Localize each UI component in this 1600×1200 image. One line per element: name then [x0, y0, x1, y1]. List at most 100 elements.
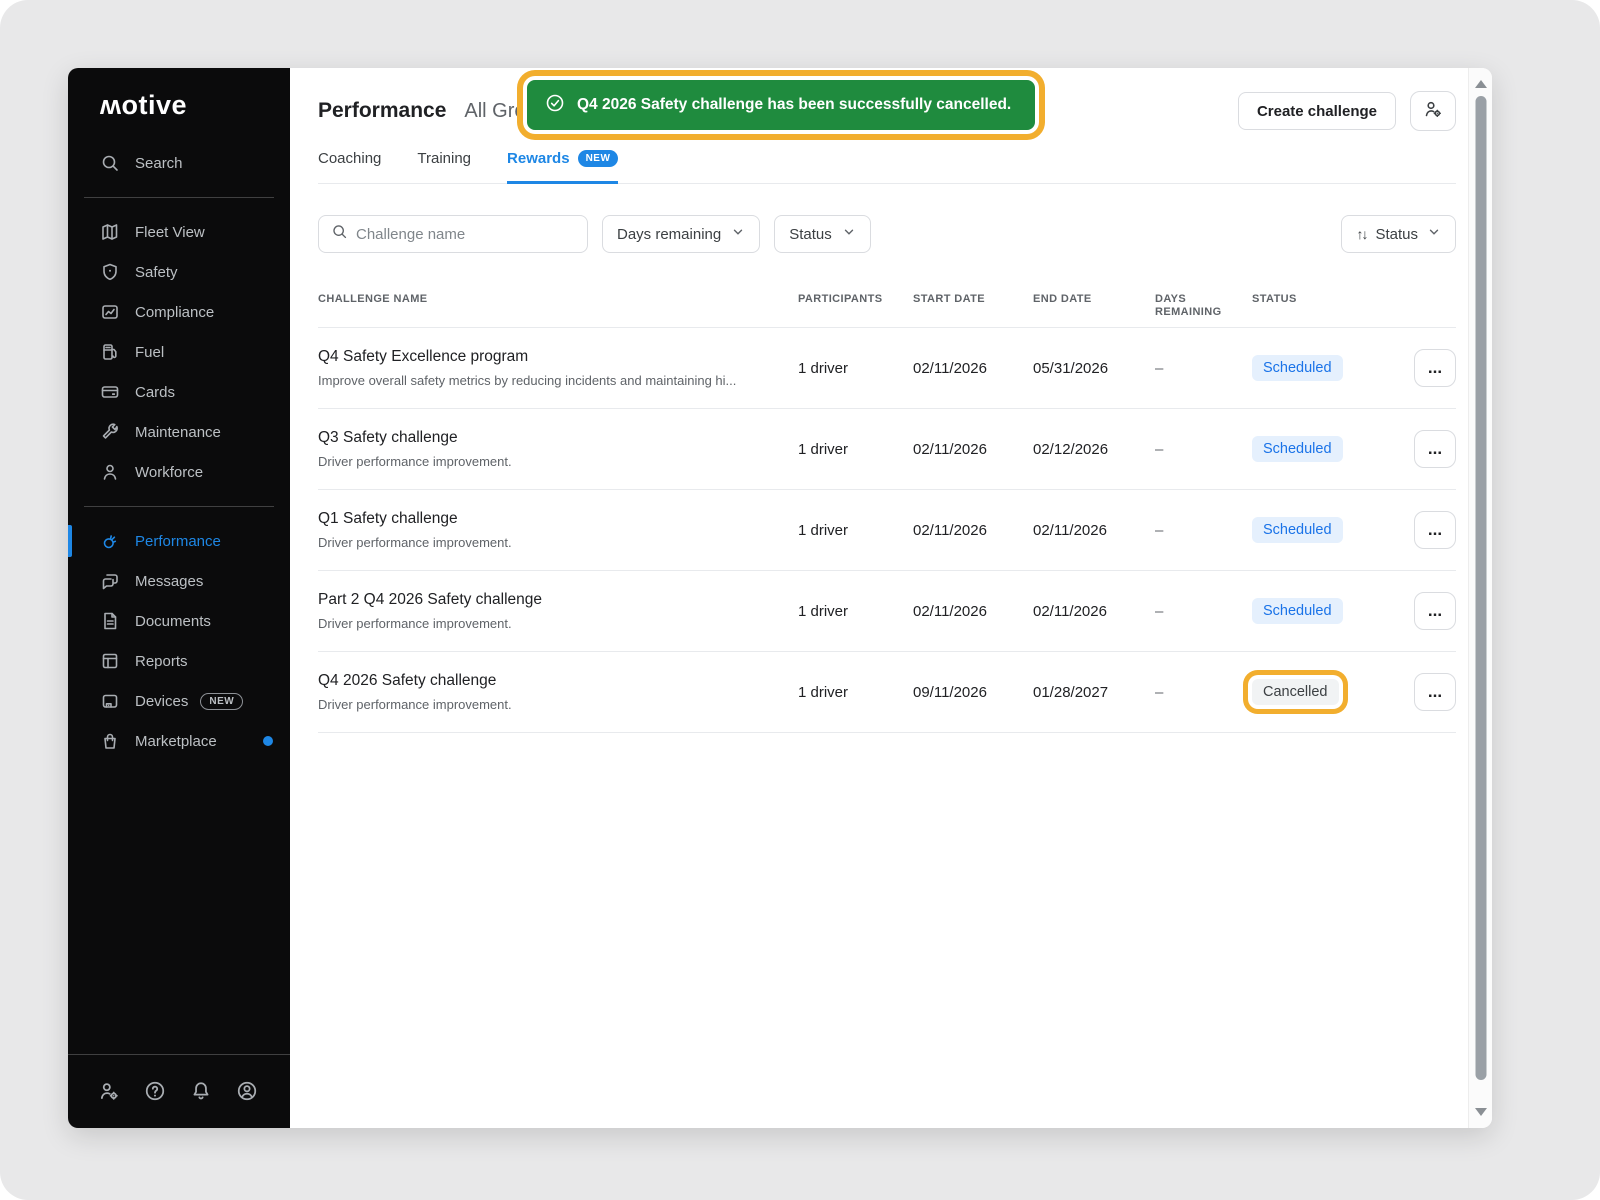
sidebar-item-search[interactable]: Search	[68, 143, 290, 183]
sidebar-item-documents[interactable]: Documents	[68, 601, 290, 641]
chevron-down-icon	[731, 225, 745, 243]
tab-training[interactable]: Training	[417, 148, 471, 184]
row-actions: ...	[1414, 511, 1456, 549]
start-date-cell: 02/11/2026	[913, 441, 1033, 458]
account-icon[interactable]	[236, 1080, 260, 1104]
toast-message: Q4 2026 Safety challenge has been succes…	[577, 96, 1011, 114]
sidebar-item-performance[interactable]: Performance	[68, 521, 290, 561]
days-remaining-cell: –	[1155, 522, 1252, 539]
sidebar-item-safety[interactable]: Safety	[68, 252, 290, 292]
status-filter[interactable]: Status	[774, 215, 871, 253]
challenge-name[interactable]: Part 2 Q4 2026 Safety challenge	[318, 591, 778, 609]
tab-rewards[interactable]: RewardsNEW	[507, 148, 618, 184]
card-icon	[100, 382, 120, 402]
sidebar-item-label: Performance	[135, 533, 221, 550]
row-menu-button[interactable]: ...	[1414, 430, 1456, 468]
sidebar-item-label: Fuel	[135, 344, 164, 361]
user-gear-icon[interactable]	[98, 1080, 122, 1104]
create-challenge-button[interactable]: Create challenge	[1238, 92, 1396, 130]
column-header-participants: PARTICIPANTS	[798, 293, 913, 306]
bell-icon[interactable]	[190, 1080, 214, 1104]
new-badge: NEW	[578, 150, 619, 167]
notification-dot-icon	[263, 736, 273, 746]
challenge-search-box[interactable]	[318, 215, 588, 253]
sidebar-divider	[84, 197, 274, 198]
column-header-days-remaining: DAYS REMAINING	[1155, 293, 1252, 319]
new-badge: NEW	[200, 693, 243, 710]
challenge-name[interactable]: Q4 Safety Excellence program	[318, 348, 778, 366]
challenge-description: Improve overall safety metrics by reduci…	[318, 373, 778, 388]
sidebar-item-label: Reports	[135, 653, 188, 670]
map-icon	[100, 222, 120, 242]
sidebar-item-label: Devices	[135, 693, 188, 710]
challenge-search-input[interactable]	[356, 226, 575, 243]
start-date-cell: 02/11/2026	[913, 360, 1033, 377]
sidebar-item-workforce[interactable]: Workforce	[68, 452, 290, 492]
status-badge: Scheduled	[1252, 355, 1343, 381]
status-badge: Cancelled	[1252, 679, 1339, 705]
bag-icon	[100, 731, 120, 751]
challenge-cell: Part 2 Q4 2026 Safety challenge Driver p…	[318, 591, 798, 631]
end-date-cell: 02/11/2026	[1033, 603, 1155, 620]
sidebar-item-label: Cards	[135, 384, 175, 401]
vertical-scrollbar[interactable]	[1468, 68, 1492, 1128]
status-badge: Scheduled	[1252, 598, 1343, 624]
end-date-cell: 02/11/2026	[1033, 522, 1155, 539]
status-cell: Scheduled	[1252, 517, 1396, 543]
sidebar-item-compliance[interactable]: Compliance	[68, 292, 290, 332]
sidebar: ʍotive Search Fleet ViewSafetyCompliance…	[68, 68, 290, 1128]
days-remaining-filter[interactable]: Days remaining	[602, 215, 760, 253]
sidebar-item-reports[interactable]: Reports	[68, 641, 290, 681]
table-header-row: CHALLENGE NAMEPARTICIPANTSSTART DATEEND …	[318, 293, 1456, 328]
sidebar-item-fuel[interactable]: Fuel	[68, 332, 290, 372]
sidebar-item-maintenance[interactable]: Maintenance	[68, 412, 290, 452]
challenge-description: Driver performance improvement.	[318, 697, 778, 712]
participants-cell: 1 driver	[798, 360, 913, 377]
sidebar-item-fleet-view[interactable]: Fleet View	[68, 212, 290, 252]
sort-arrows-icon: ↑↓	[1356, 226, 1366, 242]
tab-coaching[interactable]: Coaching	[318, 148, 381, 184]
help-icon[interactable]	[144, 1080, 168, 1104]
main-content: Performance All Groups Create challenge …	[290, 68, 1468, 1128]
row-menu-button[interactable]: ...	[1414, 673, 1456, 711]
sidebar-item-label: Maintenance	[135, 424, 221, 441]
header-actions: Create challenge	[1238, 91, 1456, 131]
sidebar-item-label: Messages	[135, 573, 203, 590]
sidebar-item-devices[interactable]: Devices NEW	[68, 681, 290, 721]
user-settings-button[interactable]	[1410, 91, 1456, 131]
challenge-description: Driver performance improvement.	[318, 454, 778, 469]
column-header-start-date: START DATE	[913, 293, 1033, 306]
sidebar-item-marketplace[interactable]: Marketplace	[68, 721, 290, 761]
status-cell: Cancelled	[1252, 679, 1396, 705]
row-menu-button[interactable]: ...	[1414, 511, 1456, 549]
row-actions: ...	[1414, 673, 1456, 711]
sidebar-item-messages[interactable]: Messages	[68, 561, 290, 601]
participants-cell: 1 driver	[798, 684, 913, 701]
compliance-icon	[100, 302, 120, 322]
medal-icon	[100, 531, 120, 551]
challenge-cell: Q3 Safety challenge Driver performance i…	[318, 429, 798, 469]
challenge-name[interactable]: Q4 2026 Safety challenge	[318, 672, 778, 690]
sort-selector[interactable]: ↑↓ Status	[1341, 215, 1456, 253]
person-icon	[100, 462, 120, 482]
sidebar-divider	[84, 506, 274, 507]
row-menu-button[interactable]: ...	[1414, 592, 1456, 630]
participants-cell: 1 driver	[798, 603, 913, 620]
scrollbar-thumb[interactable]	[1475, 96, 1486, 1080]
sidebar-item-cards[interactable]: Cards	[68, 372, 290, 412]
sidebar-footer	[68, 1054, 290, 1128]
challenge-name[interactable]: Q1 Safety challenge	[318, 510, 778, 528]
chevron-down-icon	[842, 225, 856, 243]
table-row: Q4 Safety Excellence program Improve ove…	[318, 328, 1456, 409]
status-cell: Scheduled	[1252, 355, 1396, 381]
participants-cell: 1 driver	[798, 441, 913, 458]
challenge-name[interactable]: Q3 Safety challenge	[318, 429, 778, 447]
column-header-challenge-name: CHALLENGE NAME	[318, 293, 798, 306]
motive-logo: ʍotive	[68, 68, 290, 137]
scroll-down-arrow[interactable]	[1475, 1108, 1487, 1116]
days-remaining-cell: –	[1155, 441, 1252, 458]
scroll-up-arrow[interactable]	[1475, 80, 1487, 88]
days-remaining-cell: –	[1155, 360, 1252, 377]
devices-icon	[100, 691, 120, 711]
row-menu-button[interactable]: ...	[1414, 349, 1456, 387]
